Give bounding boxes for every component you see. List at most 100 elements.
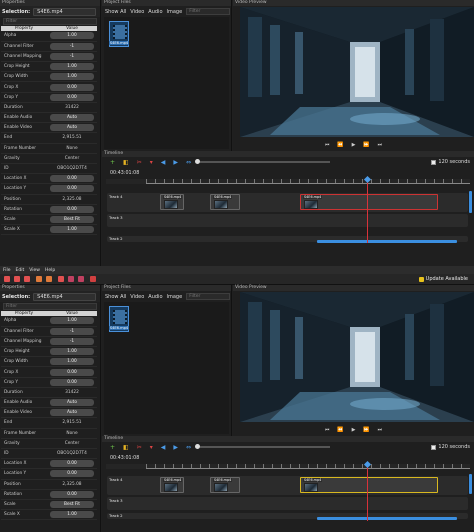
file-item[interactable]: S4E6.mp4 [108,306,130,332]
property-value[interactable]: 1.00 [49,348,94,356]
property-value[interactable]: 0.00 [49,470,94,478]
seconds-toggle[interactable]: 120 seconds [431,444,470,450]
tab-image[interactable]: Image [167,9,183,15]
center-playhead-icon[interactable]: ⇔ [186,159,191,166]
property-row[interactable]: Gravity Center [1,153,97,164]
property-row[interactable]: Crop Width 1.00 [1,71,97,83]
menu-view[interactable]: View [29,268,40,273]
property-row[interactable]: Enable Video Auto [1,407,97,419]
property-row[interactable]: Channel Filter -1 [1,41,97,52]
property-value[interactable]: 2,915.51 [50,134,94,141]
property-row[interactable]: Enable Audio Auto [1,397,97,409]
track-3[interactable]: Track 3 [107,497,468,510]
property-value[interactable]: Center [50,155,94,162]
property-value[interactable]: 1.00 [49,511,94,519]
prev-marker-icon[interactable]: ◀ [161,159,166,166]
property-value[interactable]: Auto [49,114,94,122]
save-project-icon[interactable] [24,276,30,282]
tab-video[interactable]: Video [130,294,144,300]
selection-combo[interactable]: S4E6.mp4 [33,7,96,16]
property-row[interactable]: Channel Mapping -1 [1,336,97,348]
zoom-knob[interactable] [195,444,200,449]
seconds-checkbox[interactable] [431,159,437,165]
snap-icon[interactable]: ◧ [123,159,129,166]
track-4[interactable]: Track 4 S4E6.mp4 S4E6.mp4 S4E6.mp4 [107,476,468,495]
zoom-knob[interactable] [195,159,200,164]
import-files-icon[interactable] [58,276,64,282]
property-value[interactable]: 0.00 [49,185,94,193]
property-row[interactable]: Channel Mapping -1 [1,51,97,63]
property-row[interactable]: ID OBO1Q2D7T4 [1,163,97,175]
property-value[interactable]: 0.00 [49,460,94,468]
tab-image[interactable]: Image [167,294,183,300]
timeline-vscroll[interactable] [469,474,472,494]
property-value[interactable]: None [50,430,94,437]
files-filter-input[interactable]: Filter [186,293,231,300]
timeline-scrollbar[interactable] [317,517,457,520]
property-value[interactable]: -1 [49,52,94,60]
snap-icon[interactable]: ◧ [123,444,129,451]
undo-icon[interactable] [36,276,42,282]
profile-icon[interactable] [68,276,74,282]
property-row[interactable]: Location X 0.00 [1,458,97,470]
property-value[interactable]: 1.00 [49,226,94,234]
property-row[interactable]: Crop Height 1.00 [1,61,97,73]
property-value[interactable]: Auto [49,124,94,132]
property-value[interactable]: 0.00 [49,83,94,91]
property-value[interactable]: OBO1Q2D7T4 [50,450,94,457]
clip[interactable]: S4E6.mp4 [160,194,184,210]
marker-icon[interactable]: ▾ [150,444,153,451]
property-row[interactable]: Crop X 0.00 [1,81,97,93]
track-4[interactable]: Track 4 S4E6.mp4 S4E6.mp4 S4E6.mp4 [107,193,468,212]
tab-show-all[interactable]: Show All [105,9,126,15]
property-row[interactable]: Scale Best Fit [1,499,97,511]
tab-audio[interactable]: Audio [148,294,162,300]
add-track-icon[interactable]: + [110,444,115,451]
properties-filter-input[interactable]: Filter [3,303,97,310]
property-value[interactable]: 1.00 [49,63,94,71]
open-project-icon[interactable] [14,276,20,282]
property-row[interactable]: Scale X 1.00 [1,509,97,521]
property-row[interactable]: Location Y 0.00 [1,468,97,480]
fast-forward-icon[interactable]: ⏩ [363,427,369,433]
property-value[interactable]: 1.00 [49,358,94,366]
property-value[interactable]: Auto [49,399,94,407]
seconds-checkbox[interactable] [431,444,437,450]
next-marker-icon[interactable]: ▶ [173,444,178,451]
jump-start-icon[interactable]: ⏮ [325,427,330,433]
property-value[interactable]: None [50,145,94,152]
property-row[interactable]: ID OBO1Q2D7T4 [1,448,97,460]
update-available[interactable]: Update Available [418,275,468,283]
prev-marker-icon[interactable]: ◀ [161,444,166,451]
next-marker-icon[interactable]: ▶ [173,159,178,166]
playhead[interactable] [367,178,368,243]
property-row[interactable]: Crop Height 1.00 [1,346,97,358]
rewind-icon[interactable]: ⏪ [337,427,343,433]
razor-icon[interactable]: ✂ [137,444,142,451]
clip[interactable]: S4E6.mp4 [210,477,240,493]
property-row[interactable]: Scale X 1.00 [1,224,97,236]
timeline-vscroll[interactable] [469,191,472,213]
razor-icon[interactable]: ✂ [137,159,142,166]
property-value[interactable]: 2,915.51 [50,419,94,426]
seconds-toggle[interactable]: 120 seconds [431,159,470,165]
property-value[interactable]: Center [50,440,94,447]
files-filter-input[interactable]: Filter [186,8,231,15]
property-row[interactable]: Location X 0.00 [1,173,97,185]
properties-filter-input[interactable]: Filter [3,18,97,25]
property-value[interactable]: OBO1Q2D7T4 [50,165,94,172]
property-row[interactable]: Channel Filter -1 [1,326,97,337]
property-row[interactable]: Crop X 0.00 [1,366,97,378]
track-3[interactable]: Track 3 [107,214,468,227]
jump-start-icon[interactable]: ⏮ [325,142,330,148]
property-row[interactable]: End 2,915.51 [1,132,97,144]
property-row[interactable]: Alpha 1.00 [1,31,97,42]
property-row[interactable]: End 2,915.51 [1,417,97,429]
property-value[interactable]: -1 [49,327,94,335]
menu-help[interactable]: Help [45,268,55,273]
property-row[interactable]: Location Y 0.00 [1,183,97,195]
export-icon[interactable] [90,276,96,282]
property-value[interactable]: Auto [49,409,94,417]
tab-video[interactable]: Video [130,9,144,15]
property-value[interactable]: -1 [49,337,94,345]
